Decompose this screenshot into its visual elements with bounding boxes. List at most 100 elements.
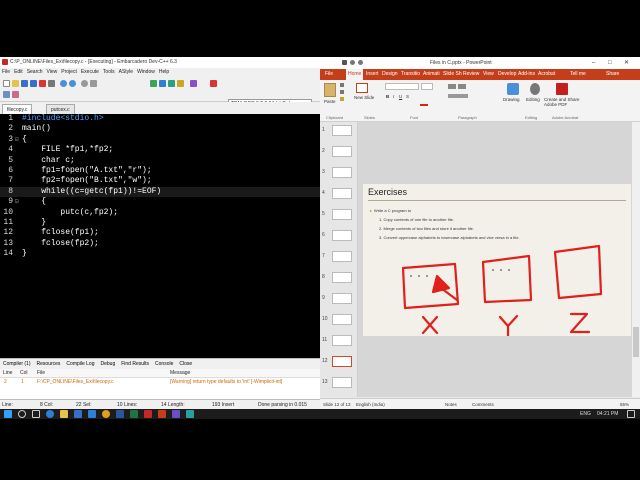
fold-marker-icon[interactable]: ⊟ <box>15 135 19 145</box>
menu-execute[interactable]: Execute <box>81 69 99 75</box>
ppt-redo-icon[interactable] <box>358 60 363 65</box>
bullets-icon[interactable] <box>448 84 456 89</box>
slide-thumbnail[interactable] <box>332 146 352 157</box>
slide-thumbnail[interactable] <box>332 251 352 262</box>
menu-view[interactable]: View <box>47 69 58 75</box>
excel-icon[interactable] <box>130 410 138 418</box>
code-line[interactable]: 5 char c; <box>0 156 320 166</box>
slide-thumbnail[interactable] <box>332 125 352 136</box>
menu-file[interactable]: File <box>2 69 10 75</box>
zoom-level[interactable]: 65% <box>620 399 629 409</box>
ribbon-tab-add-ins[interactable]: Add-ins <box>516 69 537 80</box>
slide-thumbnail[interactable] <box>332 356 352 367</box>
bottom-tab-find-results[interactable]: Find Results <box>121 361 149 367</box>
redo-icon[interactable] <box>69 80 76 87</box>
code-line[interactable]: 8 while((c=getc(fp1))!=EOF) <box>0 186 320 198</box>
slide-thumbnail[interactable] <box>332 188 352 199</box>
minimize-icon[interactable]: – <box>592 57 595 69</box>
slide-thumbnail[interactable] <box>332 335 352 346</box>
adobe-pdf-icon[interactable] <box>556 83 568 95</box>
run-icon[interactable] <box>159 80 166 87</box>
menu-edit[interactable]: Edit <box>14 69 23 75</box>
code-line[interactable]: 12 fclose(fp1); <box>0 228 320 238</box>
compile-run-icon[interactable] <box>168 80 175 87</box>
slide-thumbnail[interactable] <box>332 377 352 388</box>
class-icon[interactable] <box>12 91 19 98</box>
format-painter-icon[interactable] <box>340 97 344 101</box>
menu-project[interactable]: Project <box>61 69 77 75</box>
fold-marker-icon[interactable]: ⊟ <box>15 197 19 207</box>
slide-thumbnail[interactable] <box>332 272 352 283</box>
menu-tools[interactable]: Tools <box>103 69 115 75</box>
ribbon-tab-tell-me[interactable]: Tell me <box>568 69 588 80</box>
new-file-icon[interactable] <box>3 80 10 87</box>
explorer-icon[interactable] <box>60 410 68 418</box>
maximize-icon[interactable]: □ <box>608 57 612 69</box>
start-icon[interactable] <box>4 410 12 418</box>
bottom-tab-resources[interactable]: Resources <box>37 361 61 367</box>
ppt-undo-icon[interactable] <box>350 60 355 65</box>
find-icon[interactable] <box>81 80 88 87</box>
ribbon-tab-review[interactable]: Review <box>461 69 481 80</box>
copy-icon[interactable] <box>340 90 344 94</box>
code-line[interactable]: 14} <box>0 249 320 259</box>
slide-thumbnail[interactable] <box>332 293 352 304</box>
align-icon[interactable] <box>448 94 468 98</box>
editing-icon[interactable] <box>530 83 540 95</box>
ribbon-tab-animati[interactable]: Animati <box>421 69 442 80</box>
underline-icon[interactable]: U <box>399 94 402 99</box>
powerpoint-taskbar-icon[interactable] <box>158 410 166 418</box>
notification-icon[interactable] <box>627 410 635 418</box>
menu-astyle[interactable]: AStyle <box>119 69 133 75</box>
font-name-box[interactable] <box>385 83 419 90</box>
code-line[interactable]: 4 FILE *fp1,*fp2; <box>0 145 320 155</box>
close-file-icon[interactable] <box>39 80 46 87</box>
font-color-icon[interactable] <box>420 104 428 106</box>
code-line[interactable]: 7 fp2=fopen("B.txt","w"); <box>0 176 320 186</box>
print-icon[interactable] <box>48 80 55 87</box>
ppt-save-icon[interactable] <box>342 60 347 65</box>
numbering-icon[interactable] <box>458 84 466 89</box>
ribbon-tab-home[interactable]: Home <box>346 69 364 80</box>
ribbon-tab-design[interactable]: Design <box>380 69 400 80</box>
tab-filecopy[interactable]: filecopy.c <box>2 104 33 114</box>
code-editor[interactable]: 1 #include<stdio.h> 2 main() 3 ⊟{4 FILE *fp1,… <box>0 114 320 358</box>
code-line[interactable]: 2 main() <box>0 124 320 134</box>
code-line[interactable]: 13 fclose(fp2); <box>0 239 320 249</box>
mail-icon[interactable] <box>88 410 96 418</box>
code-line[interactable]: 6 fp1=fopen("A.txt","r"); <box>0 166 320 176</box>
ribbon-tab-develop[interactable]: Develop <box>496 69 518 80</box>
slide-thumbnail[interactable] <box>332 209 352 220</box>
word-icon[interactable] <box>116 410 124 418</box>
store-icon[interactable] <box>74 410 82 418</box>
menu-help[interactable]: Help <box>159 69 169 75</box>
app-icon-2[interactable] <box>186 410 194 418</box>
tab-putcex[interactable]: putcex.c <box>46 104 75 114</box>
message-row[interactable]: 2 1 F:\CP_ONLINE\Files_Ex\filecopy.c [Wa… <box>0 378 320 387</box>
paste-icon[interactable] <box>324 83 336 97</box>
rebuild-icon[interactable] <box>177 80 184 87</box>
search-icon[interactable] <box>18 410 26 418</box>
drawing-icon[interactable] <box>507 83 519 95</box>
stop-icon[interactable] <box>210 80 217 87</box>
close-icon[interactable]: ✕ <box>624 57 629 69</box>
tray-language[interactable]: ENG <box>580 409 591 419</box>
chrome-icon[interactable] <box>102 410 110 418</box>
debug-icon[interactable] <box>190 80 197 87</box>
ribbon-tab-transitio[interactable]: Transitio <box>399 69 422 80</box>
slide-thumbnail[interactable] <box>332 314 352 325</box>
current-slide[interactable]: Exercises ▸ Write a C program to 1. Copy … <box>363 184 631 336</box>
tray-clock[interactable]: 04:21 PM <box>597 409 618 419</box>
slide-thumbnail[interactable] <box>332 167 352 178</box>
task-view-icon[interactable] <box>32 410 40 418</box>
open-folder-icon[interactable] <box>12 80 19 87</box>
ribbon-tab-view[interactable]: View <box>481 69 496 80</box>
code-line[interactable]: 9 ⊟ { <box>0 197 320 207</box>
code-line[interactable]: 11 } <box>0 218 320 228</box>
devcpp-taskbar-icon[interactable] <box>144 410 152 418</box>
bottom-tab-compiler-1[interactable]: Compiler (1) <box>3 361 31 367</box>
undo-icon[interactable] <box>60 80 67 87</box>
bottom-tab-console[interactable]: Console <box>155 361 173 367</box>
italic-icon[interactable]: I <box>393 94 394 99</box>
scrollbar-thumb[interactable] <box>633 327 639 357</box>
